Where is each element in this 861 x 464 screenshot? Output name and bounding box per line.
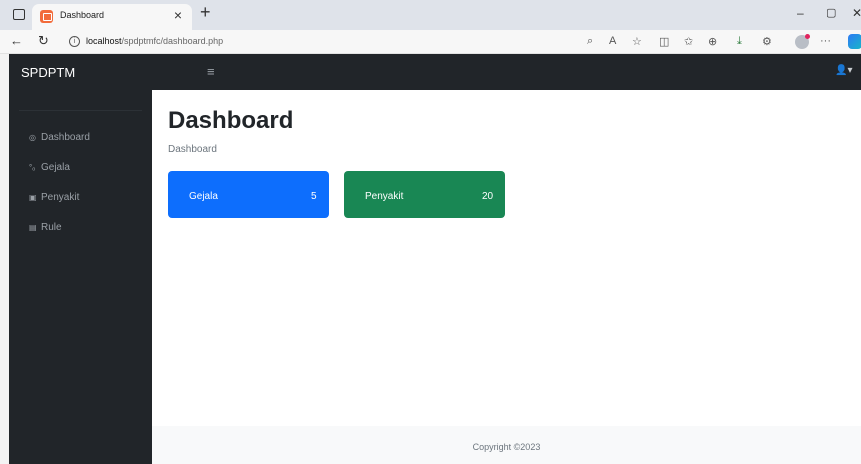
- card-count: 20: [482, 191, 494, 202]
- gejala-icon: °ₒ: [29, 163, 36, 172]
- copyright-text: Copyright ©2023: [472, 442, 541, 452]
- card-gejala[interactable]: Gejala 5: [168, 171, 329, 218]
- restore-button[interactable]: ▢: [826, 6, 836, 19]
- sidebar-item-label: Dashboard: [41, 132, 90, 143]
- favicon-icon: [40, 10, 53, 23]
- favorite-icon[interactable]: ☆: [632, 35, 642, 48]
- collections-icon[interactable]: ⊕: [708, 35, 717, 48]
- tab-actions-icon[interactable]: [13, 9, 25, 20]
- sidebar-item-label: Penyakit: [41, 192, 80, 203]
- footer: Copyright ©2023: [152, 426, 861, 464]
- refresh-icon[interactable]: ↻: [38, 33, 49, 49]
- app: SPDPTM ≡ 👤▾ ◎ Dashboard °ₒ Gejala ▣ Penyaki…: [9, 54, 861, 464]
- tab-close-icon[interactable]: ×: [174, 7, 182, 23]
- url-field[interactable]: localhost/spdptmfc/dashboard.php: [86, 36, 223, 46]
- browser-tab-bar: Dashboard × + – ▢ ✕: [0, 0, 861, 30]
- split-screen-icon[interactable]: ◫: [659, 35, 669, 48]
- card-label: Gejala: [189, 191, 218, 202]
- card-count: 5: [311, 191, 317, 202]
- brand-logo[interactable]: SPDPTM: [21, 65, 75, 80]
- breadcrumb: Dashboard: [168, 144, 217, 155]
- browser-tab[interactable]: Dashboard ×: [32, 4, 192, 30]
- minimize-button[interactable]: –: [797, 6, 804, 20]
- penyakit-icon: ▣: [29, 193, 37, 202]
- downloads-icon[interactable]: ⤓: [737, 35, 742, 48]
- rule-icon: ▤: [29, 223, 37, 232]
- sidebar-divider: [19, 110, 142, 111]
- sidebar: ◎ Dashboard °ₒ Gejala ▣ Penyakit ▤ Rule: [9, 90, 152, 464]
- site-info-icon[interactable]: i: [69, 36, 80, 47]
- url-host: localhost: [86, 36, 122, 46]
- search-icon[interactable]: ⌕: [587, 35, 593, 48]
- card-penyakit[interactable]: Penyakit 20: [344, 171, 505, 218]
- new-tab-button[interactable]: +: [200, 2, 211, 23]
- sidebar-item-rule[interactable]: ▤ Rule: [29, 222, 62, 233]
- sidebar-item-gejala[interactable]: °ₒ Gejala: [29, 162, 70, 173]
- sidebar-item-penyakit[interactable]: ▣ Penyakit: [29, 192, 79, 203]
- card-label: Penyakit: [365, 191, 404, 202]
- more-icon[interactable]: ···: [820, 35, 831, 47]
- back-icon[interactable]: ←: [10, 33, 23, 48]
- close-window-button[interactable]: ✕: [852, 6, 861, 20]
- tab-title: Dashboard: [60, 10, 105, 20]
- copilot-icon[interactable]: [848, 34, 861, 49]
- page-title: Dashboard: [168, 107, 294, 134]
- url-path: /spdptmfc/dashboard.php: [121, 36, 224, 46]
- sidebar-item-label: Gejala: [41, 162, 70, 173]
- top-navbar: SPDPTM ≡ 👤▾: [9, 54, 861, 90]
- profile-avatar[interactable]: [795, 34, 810, 49]
- extensions-icon[interactable]: ⚙: [762, 35, 772, 48]
- sidebar-item-dashboard[interactable]: ◎ Dashboard: [29, 132, 90, 143]
- dashboard-icon: ◎: [29, 133, 36, 142]
- sidebar-item-label: Rule: [41, 222, 62, 233]
- favorites-icon[interactable]: ✩: [684, 35, 693, 48]
- read-aloud-icon[interactable]: A: [609, 35, 616, 47]
- address-bar: ← ↻ i localhost/spdptmfc/dashboard.php ⌕…: [0, 30, 861, 54]
- sidebar-toggle-icon[interactable]: ≡: [207, 64, 215, 79]
- user-menu-icon[interactable]: 👤▾: [835, 65, 852, 76]
- main-content: Dashboard Dashboard Gejala 5 Penyakit 20: [152, 90, 861, 426]
